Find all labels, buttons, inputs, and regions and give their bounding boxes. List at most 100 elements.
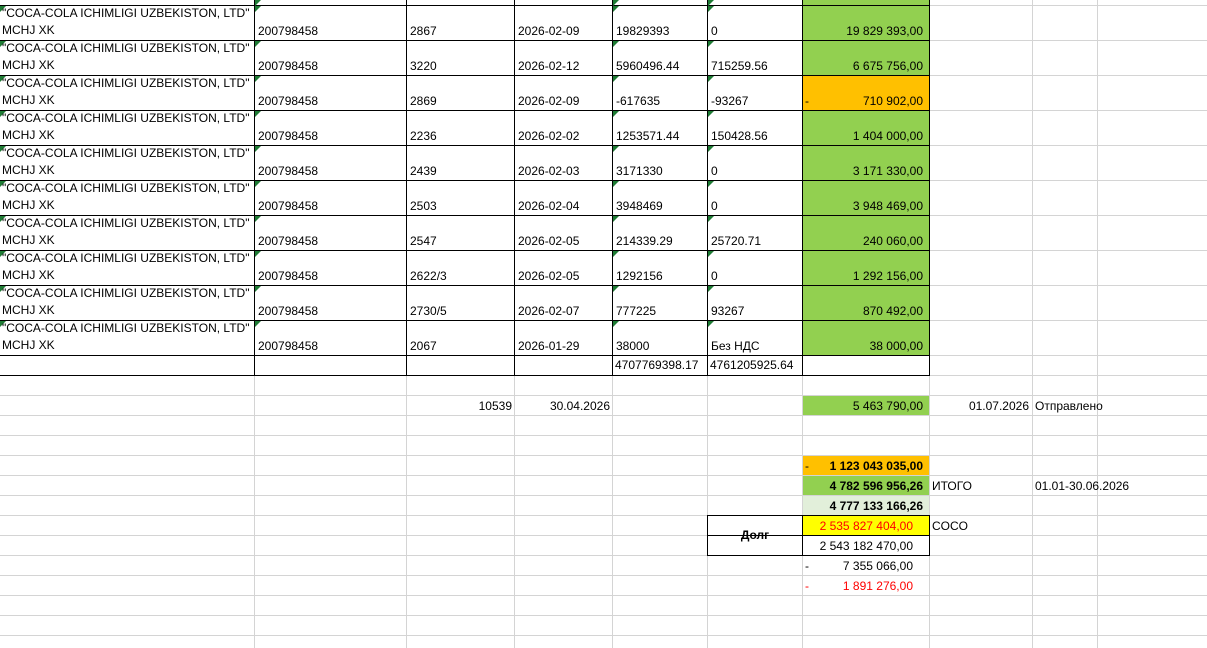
inn-value: 200798458	[258, 304, 319, 318]
error-indicator-icon	[708, 76, 714, 82]
document-date: 2026-02-03	[518, 164, 580, 178]
amount-value: 19829393	[616, 24, 670, 38]
spreadsheet-grid[interactable]: "COCA-COLA ICHIMLIGI UZBEKISTON, LTD" MCH…	[0, 0, 1207, 648]
amount-value: 3171330	[616, 164, 663, 178]
document-date: 2026-02-09	[518, 24, 580, 38]
company-name-line2: MCHJ XK	[2, 128, 55, 142]
inn-value: 200798458	[258, 129, 319, 143]
company-name-line2: MCHJ XK	[2, 23, 55, 37]
document-date: 2026-02-05	[518, 234, 580, 248]
border-line	[406, 0, 407, 376]
error-indicator-icon	[255, 251, 261, 257]
gridline-horizontal	[0, 475, 1207, 476]
company-name-line1: "COCA-COLA ICHIMLIGI UZBEKISTON, LTD"	[2, 41, 250, 55]
error-indicator-icon	[613, 181, 619, 187]
gridline-horizontal	[0, 555, 1207, 556]
amount-value: -617635	[616, 94, 661, 108]
total-value: 3 948 469,00	[852, 199, 923, 213]
invoice-date: 30.04.2026	[549, 399, 610, 413]
error-indicator-icon	[255, 321, 261, 327]
vat-value: 25720.71	[711, 234, 762, 248]
debt-label: Долг	[740, 528, 770, 542]
document-number: 3220	[410, 59, 437, 73]
error-indicator-icon	[708, 111, 714, 117]
vat-value: 0	[711, 24, 718, 38]
document-date: 2026-02-05	[518, 269, 580, 283]
gridline-horizontal	[0, 535, 1207, 536]
sent-date: 01.07.2026	[968, 399, 1029, 413]
company-name-line1: "COCA-COLA ICHIMLIGI UZBEKISTON, LTD"	[2, 286, 250, 300]
company-name-line1: "COCA-COLA ICHIMLIGI UZBEKISTON, LTD"	[2, 6, 250, 20]
vat-value: 0	[711, 164, 718, 178]
inn-value: 200798458	[258, 59, 319, 73]
document-number: 2439	[410, 164, 437, 178]
inn-value: 200798458	[258, 164, 319, 178]
error-indicator-icon	[613, 6, 619, 12]
company-name-line1: "COCA-COLA ICHIMLIGI UZBEKISTON, LTD"	[2, 76, 250, 90]
error-indicator-icon	[255, 286, 261, 292]
error-indicator-icon	[613, 216, 619, 222]
document-date: 2026-01-29	[518, 339, 580, 353]
company-name-line1: "COCA-COLA ICHIMLIGI UZBEKISTON, LTD"	[2, 216, 250, 230]
inn-value: 200798458	[258, 339, 319, 353]
error-indicator-icon	[708, 181, 714, 187]
company-name-line1: "COCA-COLA ICHIMLIGI UZBEKISTON, LTD"	[2, 111, 250, 125]
company-name-line1: "COCA-COLA ICHIMLIGI UZBEKISTON, LTD"	[2, 181, 250, 195]
vat-value: 715259.56	[711, 59, 768, 73]
document-date: 2026-02-07	[518, 304, 580, 318]
amount-value: 38000	[616, 339, 650, 353]
total-value: 240 060,00	[862, 234, 923, 248]
border-line	[0, 355, 930, 356]
vat-value: 0	[711, 199, 718, 213]
border-line	[707, 0, 708, 376]
error-indicator-icon	[613, 321, 619, 327]
itogo-label: ИТОГО	[932, 479, 972, 493]
gridline-horizontal	[0, 615, 1207, 616]
vat-value: Без НДС	[711, 339, 760, 353]
vat-value: 0	[711, 269, 718, 283]
border-line	[929, 515, 930, 556]
inn-value: 200798458	[258, 269, 319, 283]
sent-status: Отправлено	[1035, 399, 1103, 413]
amount-value: 5960496.44	[616, 59, 680, 73]
error-indicator-icon	[708, 6, 714, 12]
total-value: 6 675 756,00	[852, 59, 923, 73]
border-line	[802, 0, 803, 376]
sum-amount: 4707769398.17	[615, 358, 699, 372]
gridline-horizontal	[0, 575, 1207, 576]
document-date: 2026-02-09	[518, 94, 580, 108]
invoice-total: 5 463 790,00	[852, 399, 923, 413]
gridline-horizontal	[0, 395, 1207, 396]
border-line	[514, 0, 515, 376]
error-indicator-icon	[255, 181, 261, 187]
vat-value: 150428.56	[711, 129, 768, 143]
error-indicator-icon	[255, 216, 261, 222]
vat-value: -93267	[711, 94, 749, 108]
border-line	[0, 375, 930, 376]
error-indicator-icon	[708, 286, 714, 292]
company-name-line1: "COCA-COLA ICHIMLIGI UZBEKISTON, LTD"	[2, 321, 250, 335]
error-indicator-icon	[613, 286, 619, 292]
document-number: 2730/5	[410, 304, 447, 318]
error-indicator-icon	[708, 321, 714, 327]
amount-value: 777225	[616, 304, 657, 318]
gridline-horizontal	[0, 495, 1207, 496]
total-value: 19 829 393,00	[846, 24, 923, 38]
gridline-horizontal	[0, 595, 1207, 596]
document-number: 2067	[410, 339, 437, 353]
document-number: 2622/3	[410, 269, 447, 283]
amount-value: 1253571.44	[616, 129, 680, 143]
border-line	[612, 0, 613, 376]
amount-value: 1292156	[616, 269, 663, 283]
total-value: 710 902,00	[862, 94, 923, 108]
document-number: 2867	[410, 24, 437, 38]
company-name-line2: MCHJ XK	[2, 163, 55, 177]
error-indicator-icon	[255, 146, 261, 152]
sum-vat: 4761205925.64	[710, 358, 794, 372]
border-line	[707, 555, 930, 556]
error-indicator-icon	[613, 146, 619, 152]
document-number: 2869	[410, 94, 437, 108]
gridline-vertical	[1097, 0, 1098, 648]
border-line	[929, 0, 930, 376]
company-name-line2: MCHJ XK	[2, 268, 55, 282]
